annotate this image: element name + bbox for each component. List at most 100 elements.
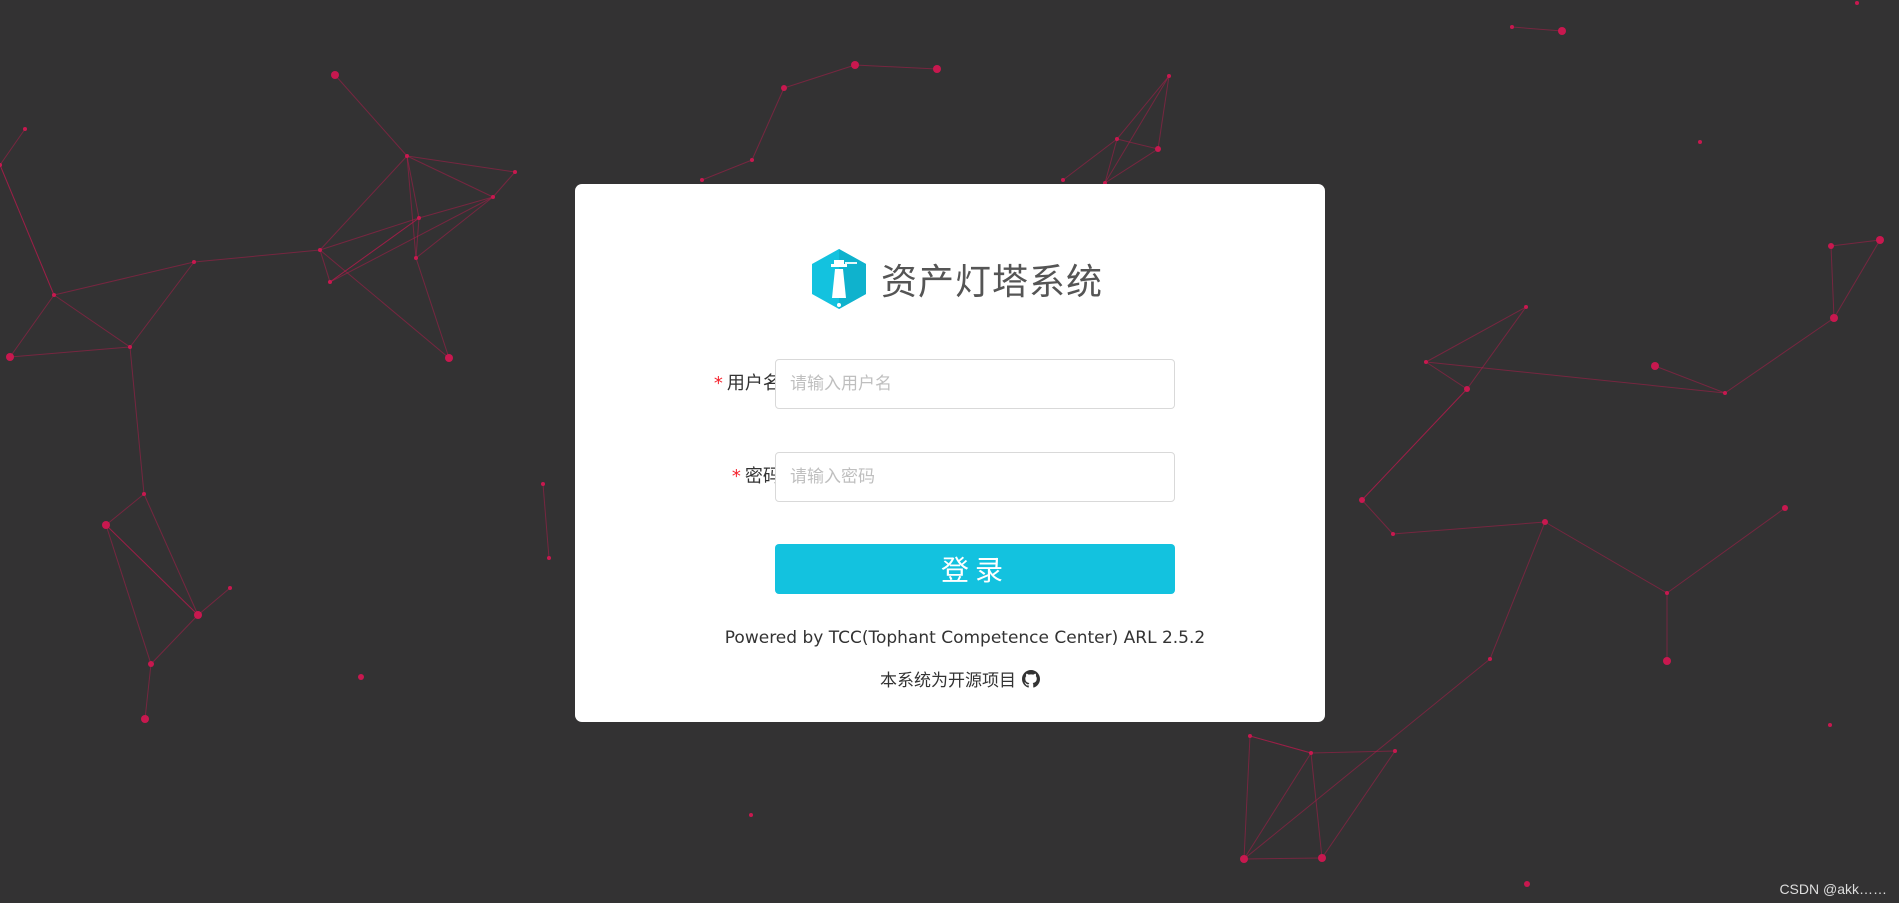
network-node — [1542, 519, 1548, 525]
network-line — [1243, 857, 1323, 860]
network-line — [1833, 239, 1881, 319]
network-node — [417, 216, 421, 220]
username-input[interactable] — [775, 359, 1175, 409]
network-node — [141, 715, 149, 723]
network-node — [358, 674, 364, 680]
network-node — [128, 345, 132, 349]
network-node — [1510, 25, 1514, 29]
network-node — [405, 154, 409, 158]
powered-by-text: Powered by TCC(Tophant Competence Center… — [724, 628, 1206, 648]
network-node — [148, 661, 154, 667]
network-line — [1361, 388, 1468, 501]
network-node — [1828, 723, 1832, 727]
network-node — [547, 556, 551, 560]
network-line — [1830, 245, 1835, 319]
network-line — [334, 74, 408, 157]
network-line — [783, 64, 856, 89]
network-node — [1651, 362, 1659, 370]
network-node — [1464, 386, 1470, 392]
network-node — [331, 71, 339, 79]
network-line — [1062, 138, 1118, 181]
network-node — [192, 260, 196, 264]
network-line — [542, 483, 550, 559]
network-node — [1359, 497, 1365, 503]
network-line — [329, 217, 420, 283]
password-input[interactable] — [775, 452, 1175, 502]
network-node — [318, 248, 322, 252]
network-line — [1116, 138, 1159, 150]
network-line — [1666, 507, 1786, 594]
network-node — [1240, 855, 1248, 863]
network-node — [0, 163, 2, 167]
network-node — [1524, 881, 1530, 887]
network-node — [541, 482, 545, 486]
network-node — [52, 293, 56, 297]
network-line — [854, 64, 938, 70]
network-line — [1310, 750, 1396, 754]
network-node — [1524, 305, 1528, 309]
network-node — [1876, 236, 1884, 244]
network-node — [1309, 751, 1313, 755]
network-node — [414, 256, 418, 260]
network-node — [1115, 137, 1119, 141]
network-node — [328, 280, 332, 284]
watermark: CSDN @akk…… — [1779, 881, 1887, 897]
network-line — [406, 155, 420, 219]
network-line — [1243, 752, 1312, 860]
network-node — [1248, 734, 1252, 738]
network-node — [1061, 178, 1065, 182]
brand-header: 资产灯塔系统 — [810, 248, 1103, 310]
network-line — [415, 196, 494, 259]
network-node — [228, 586, 232, 590]
network-line — [1511, 26, 1563, 32]
network-node — [142, 492, 146, 496]
network-line — [193, 249, 321, 263]
network-line — [150, 614, 199, 665]
network-node — [750, 158, 754, 162]
network-node — [1155, 146, 1161, 152]
network-node — [1488, 657, 1492, 661]
open-source-text: 本系统为开源项目 — [880, 671, 1016, 691]
network-line — [1321, 750, 1396, 859]
network-node — [1391, 532, 1395, 536]
login-button[interactable]: 登录 — [775, 544, 1175, 594]
network-line — [143, 493, 199, 616]
network-line — [406, 155, 417, 259]
network-node — [749, 813, 753, 817]
network-node — [491, 195, 495, 199]
network-line — [1310, 752, 1323, 859]
network-line — [1830, 239, 1881, 247]
network-line — [751, 87, 785, 161]
network-line — [415, 257, 450, 359]
network-line — [53, 294, 131, 348]
network-line — [1243, 735, 1251, 860]
password-row: * 密码: — [575, 452, 1325, 502]
network-node — [1424, 360, 1428, 364]
network-node — [445, 354, 453, 362]
network-node — [1723, 391, 1727, 395]
network-line — [492, 171, 516, 198]
network-line — [1466, 306, 1527, 390]
network-line — [701, 159, 753, 181]
network-line — [144, 663, 152, 720]
network-line — [1544, 521, 1668, 594]
network-node — [1318, 854, 1326, 862]
network-line — [105, 524, 152, 665]
network-node — [1663, 657, 1671, 665]
network-line — [418, 196, 494, 219]
network-line — [1361, 499, 1394, 535]
network-node — [851, 61, 859, 69]
network-line — [105, 524, 199, 616]
network-line — [0, 164, 55, 296]
username-row: * 用户名: — [575, 359, 1325, 409]
network-node — [1830, 314, 1838, 322]
network-node — [1558, 27, 1566, 35]
network-line — [1104, 75, 1170, 184]
network-node — [513, 170, 517, 174]
github-icon[interactable] — [1022, 669, 1040, 688]
network-line — [1724, 317, 1835, 394]
network-node — [23, 127, 27, 131]
network-line — [1425, 306, 1527, 363]
network-node — [102, 521, 110, 529]
network-node — [1665, 591, 1669, 595]
